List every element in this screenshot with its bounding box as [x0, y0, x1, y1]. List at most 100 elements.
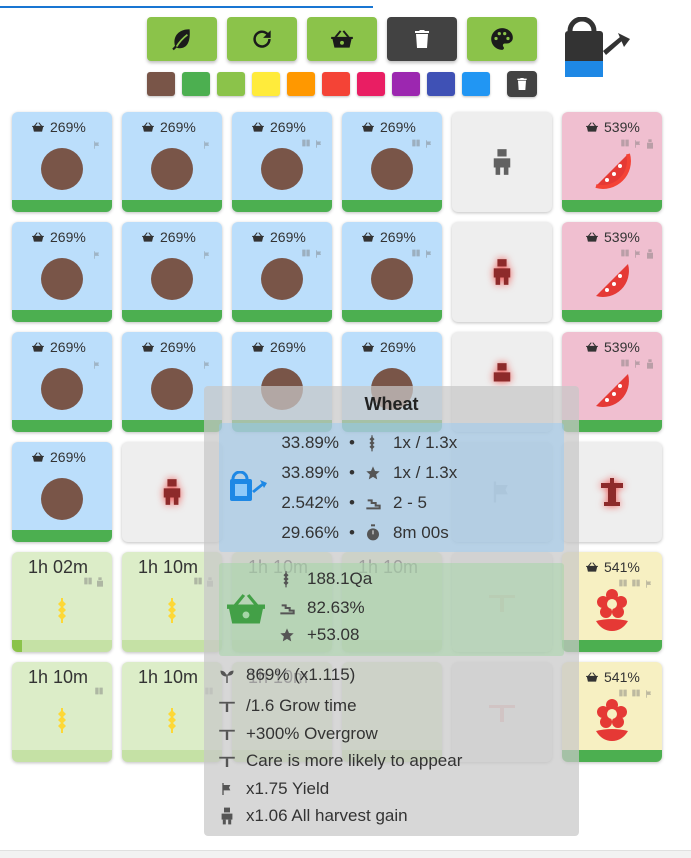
- plot-soil[interactable]: 269%: [232, 112, 332, 212]
- star-icon: [366, 466, 380, 480]
- plot-soil[interactable]: 269%: [12, 222, 112, 322]
- plot-soil[interactable]: 269%: [12, 442, 112, 542]
- trash-icon: [517, 78, 527, 90]
- progress-bar: [12, 420, 112, 432]
- plot-scarecrow[interactable]: [452, 112, 552, 212]
- harvest-percent: 269%: [160, 119, 196, 135]
- swatch-green[interactable]: [182, 72, 210, 96]
- stairs-icon: [280, 604, 295, 615]
- yield-row: +53.08: [279, 625, 359, 645]
- watermelon-icon: [596, 264, 629, 297]
- plot-soil[interactable]: 269%: [122, 222, 222, 322]
- refresh-icon: [253, 30, 271, 48]
- leaf-icon: [172, 29, 190, 51]
- basket-icon: [362, 122, 374, 132]
- progress-track: [12, 750, 112, 762]
- harvest-percent: 269%: [50, 339, 86, 355]
- harvest-percent: 269%: [380, 229, 416, 245]
- soil-icon: [261, 148, 303, 190]
- yield-section: 188.1Qa 82.63% +53.08: [219, 563, 564, 656]
- plot-wheat-growing[interactable]: 1h 10m: [12, 662, 112, 762]
- modifier-row: +300% Overgrow: [218, 724, 378, 744]
- basket-icon: [252, 122, 264, 132]
- person-icon: [493, 259, 511, 285]
- harvest-percent: 269%: [380, 339, 416, 355]
- harvest-percent: 269%: [380, 119, 416, 135]
- progress-bar: [12, 640, 22, 652]
- basket-icon: [32, 232, 44, 242]
- swatch-pink[interactable]: [357, 72, 385, 96]
- soil-icon: [151, 148, 193, 190]
- flag-icon: [92, 138, 102, 156]
- palette-button[interactable]: [467, 17, 537, 61]
- progress-bar: [232, 200, 332, 212]
- sprinkler-icon: [219, 756, 235, 767]
- swatch-purple[interactable]: [392, 72, 420, 96]
- sprout-icon: [220, 670, 234, 683]
- basket-icon: [32, 452, 44, 462]
- watermelon-icon: [596, 374, 629, 407]
- swatch-brown[interactable]: [147, 72, 175, 96]
- swatch-blue[interactable]: [462, 72, 490, 96]
- modifier-row: /1.6 Grow time: [218, 696, 357, 716]
- soil-icon: [41, 148, 83, 190]
- clear-color-button[interactable]: [507, 71, 537, 97]
- modifier-icons: [301, 248, 324, 260]
- harvest-percent: 269%: [160, 229, 196, 245]
- plot-wheat-growing[interactable]: 1h 02m: [12, 552, 112, 652]
- modifier-row: x1.06 All harvest gain: [218, 806, 408, 826]
- soil-icon: [41, 478, 83, 520]
- wheat-icon: [168, 708, 176, 733]
- progress-bar: [342, 200, 442, 212]
- wheat-icon: [168, 598, 176, 623]
- plot-soil[interactable]: 269%: [342, 222, 442, 322]
- plot-soil[interactable]: 269%: [12, 332, 112, 432]
- plot-scarecrow[interactable]: [452, 222, 552, 322]
- care-row: 33.89% • 1x / 1.3x: [281, 463, 458, 482]
- swatch-yellow[interactable]: [252, 72, 280, 96]
- modifier-row: 869% (x1.115): [218, 665, 355, 685]
- swatch-indigo[interactable]: [427, 72, 455, 96]
- swatch-light-green[interactable]: [217, 72, 245, 96]
- plot-soil[interactable]: 269%: [232, 222, 332, 322]
- care-section: 33.89% • 1x / 1.3x 33.89% • 1x / 1.3x 2.…: [219, 423, 564, 552]
- modifier-icons: [411, 138, 434, 150]
- progress-bar: [232, 310, 332, 322]
- watering-can-icon: [227, 470, 267, 510]
- plot-watermelon[interactable]: 539%: [562, 222, 662, 322]
- harvest-button[interactable]: [307, 17, 377, 61]
- plot-watermelon[interactable]: 539%: [562, 112, 662, 212]
- progress-bar: [122, 310, 222, 322]
- crop-tooltip: Wheat 33.89% • 1x / 1.3x 33.89% • 1x / 1…: [204, 386, 579, 836]
- basket-icon: [32, 342, 44, 352]
- swatch-red[interactable]: [322, 72, 350, 96]
- trash-button[interactable]: [387, 17, 457, 61]
- refresh-button[interactable]: [227, 17, 297, 61]
- soil-icon: [151, 258, 193, 300]
- tooltip-title: Wheat: [364, 394, 419, 414]
- swatch-orange[interactable]: [287, 72, 315, 96]
- harvest-percent: 269%: [50, 119, 86, 135]
- progress-bar: [12, 530, 112, 542]
- flag-icon: [92, 248, 102, 266]
- plot-soil[interactable]: 269%: [342, 112, 442, 212]
- basket-icon: [331, 30, 353, 48]
- progress-bar: [12, 200, 112, 212]
- watering-can-icon[interactable]: [560, 16, 632, 84]
- basket-icon: [224, 589, 268, 632]
- harvest-percent: 269%: [270, 119, 306, 135]
- plot-soil[interactable]: 269%: [12, 112, 112, 212]
- sprinkler-icon: [219, 729, 235, 740]
- modifier-icons: [301, 138, 324, 150]
- harvest-percent: 269%: [50, 229, 86, 245]
- care-row: 33.89% • 1x / 1.3x: [281, 433, 458, 452]
- trash-icon: [415, 30, 429, 48]
- basket-icon: [32, 122, 44, 132]
- flag-icon: [202, 358, 212, 376]
- modifier-icons: [411, 248, 434, 260]
- basket-icon: [142, 122, 154, 132]
- seeds-button[interactable]: [147, 17, 217, 61]
- plot-soil[interactable]: 269%: [122, 112, 222, 212]
- care-row: 29.66% • 8m 00s: [281, 523, 449, 542]
- flag-icon: [222, 783, 231, 795]
